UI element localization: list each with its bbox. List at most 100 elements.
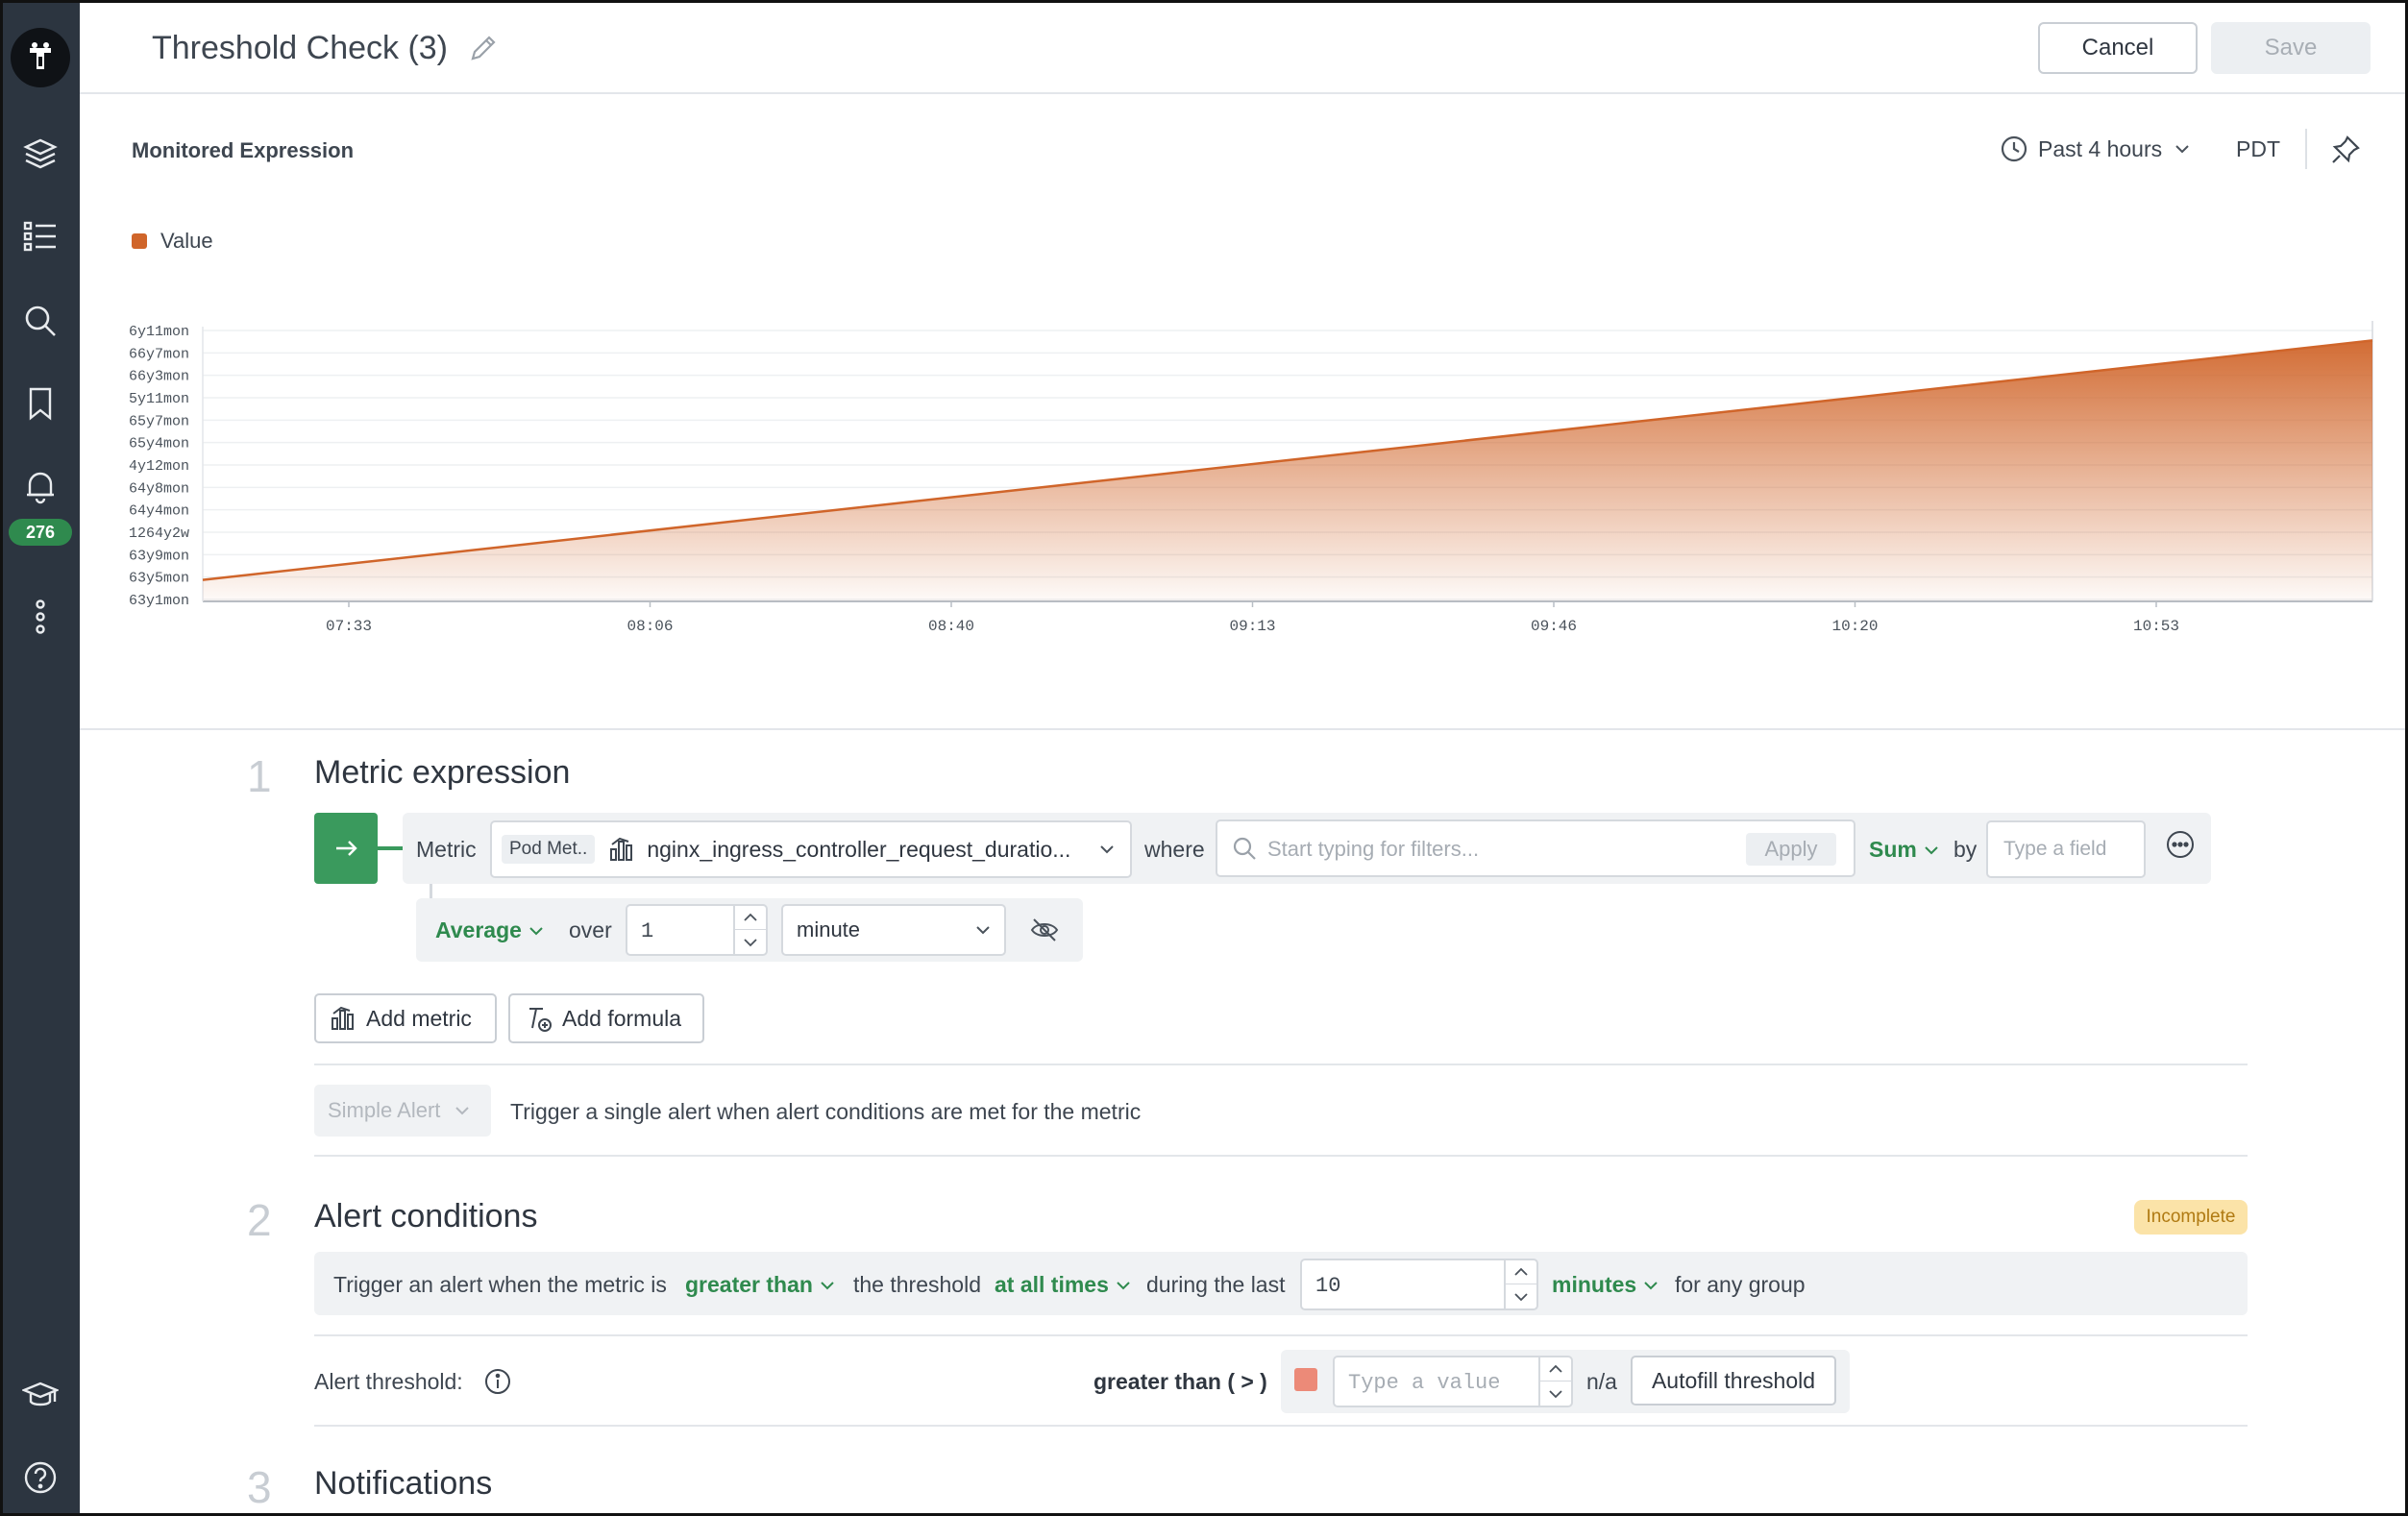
threshold-placeholder: Type a value xyxy=(1348,1371,1501,1395)
y-tick-label: 64y8mon xyxy=(129,480,189,497)
bell-icon[interactable] xyxy=(20,466,61,506)
threshold-na: n/a xyxy=(1586,1369,1617,1394)
frequency-label: at all times xyxy=(995,1272,1109,1297)
increment-button[interactable] xyxy=(1540,1357,1571,1382)
area-fill xyxy=(203,340,2372,601)
x-tick-label: 08:40 xyxy=(928,618,974,635)
alert-type-label: Simple Alert xyxy=(328,1098,441,1122)
add-formula-label: Add formula xyxy=(562,1005,682,1031)
condition-during: during the last xyxy=(1146,1272,1286,1297)
y-tick-label: 6y11mon xyxy=(129,324,189,340)
over-value-stepper[interactable]: 1 xyxy=(626,904,768,956)
x-tick-label: 09:46 xyxy=(1531,618,1577,635)
formula-icon xyxy=(529,1008,552,1032)
connector-line xyxy=(378,846,403,850)
y-tick-label: 4y12mon xyxy=(129,458,189,475)
y-tick-label: 66y7mon xyxy=(129,346,189,362)
chevron-down-icon xyxy=(1100,845,1114,854)
graduation-cap-icon[interactable] xyxy=(20,1375,61,1415)
autofill-threshold-button[interactable]: Autofill threshold xyxy=(1631,1356,1836,1406)
autofill-label: Autofill threshold xyxy=(1651,1367,1816,1393)
duration-stepper[interactable]: 10 xyxy=(1300,1259,1538,1310)
metric-name: nginx_ingress_controller_request_duratio… xyxy=(647,836,1071,862)
rollup-dropdown[interactable]: Average xyxy=(435,917,545,943)
alerts-count-badge[interactable]: 276 xyxy=(9,519,72,546)
duration-value: 10 xyxy=(1315,1274,1341,1298)
search-icon xyxy=(1233,837,1256,860)
unit-label: minute xyxy=(797,917,861,941)
app-window: 276 Threshold Check (3) Cancel Save Moni… xyxy=(0,0,2408,1516)
add-formula-button[interactable]: Add formula xyxy=(508,993,704,1043)
help-icon[interactable] xyxy=(20,1457,61,1498)
y-tick-label: 65y4mon xyxy=(129,436,189,452)
chevron-down-icon xyxy=(1514,1292,1528,1301)
collapse-arrow-button[interactable] xyxy=(314,813,378,884)
metric-label: Metric xyxy=(416,837,477,862)
alert-type-select[interactable]: Simple Alert xyxy=(314,1085,491,1137)
y-tick-label: 63y9mon xyxy=(129,548,189,564)
aggregation-dropdown[interactable]: Sum xyxy=(1869,837,1940,863)
divider xyxy=(314,1425,2248,1427)
info-icon[interactable] xyxy=(483,1367,512,1396)
arrow-right-icon xyxy=(336,841,357,856)
chevron-up-icon xyxy=(1514,1267,1528,1276)
by-label: by xyxy=(1953,837,1978,862)
more-vertical-icon[interactable] xyxy=(20,597,61,637)
chevron-down-icon xyxy=(1925,845,1938,854)
threshold-value-stepper[interactable]: Type a value xyxy=(1333,1356,1573,1407)
condition-mid: the threshold xyxy=(853,1272,981,1297)
chevron-down-icon xyxy=(821,1281,834,1289)
rollup-label: Average xyxy=(435,917,522,942)
stepper xyxy=(733,906,766,954)
y-tick-label: 1264y2w xyxy=(129,526,189,542)
bookmark-icon[interactable] xyxy=(20,383,61,424)
duration-unit-label: minutes xyxy=(1552,1272,1637,1297)
apply-button[interactable]: Apply xyxy=(1746,833,1836,866)
y-tick-label: 66y3mon xyxy=(129,369,189,385)
x-tick-label: 10:53 xyxy=(2133,618,2179,635)
x-tick-label: 08:06 xyxy=(627,618,673,635)
pencil-icon[interactable] xyxy=(467,32,500,64)
increment-button[interactable] xyxy=(1506,1260,1536,1284)
metric-select[interactable]: Pod Met.. nginx_ingress_controller_reque… xyxy=(490,820,1132,878)
section-title: Notifications xyxy=(314,1465,493,1502)
decrement-button[interactable] xyxy=(735,930,766,954)
decrement-button[interactable] xyxy=(1506,1284,1536,1308)
aggregation-label: Sum xyxy=(1869,837,1917,862)
divider xyxy=(314,1334,2248,1336)
chevron-up-icon xyxy=(1549,1364,1562,1373)
duration-unit-dropdown[interactable]: minutes xyxy=(1552,1272,1659,1298)
comparator-dropdown[interactable]: greater than xyxy=(685,1272,836,1298)
over-label: over xyxy=(569,917,612,942)
chevron-down-icon xyxy=(1644,1281,1658,1289)
layers-icon[interactable] xyxy=(20,134,61,174)
condition-prefix: Trigger an alert when the metric is xyxy=(333,1272,667,1297)
chevron-down-icon xyxy=(529,926,543,935)
cancel-button[interactable]: Cancel xyxy=(2038,22,2198,74)
save-button[interactable]: Save xyxy=(2211,22,2371,74)
filter-input[interactable]: Start typing for filters... Apply xyxy=(1216,819,1855,877)
y-tick-label: 63y1mon xyxy=(129,593,189,609)
frequency-dropdown[interactable]: at all times xyxy=(995,1272,1132,1298)
group-by-input[interactable]: Type a field xyxy=(1986,820,2146,878)
increment-button[interactable] xyxy=(735,906,766,930)
condition-suffix: for any group xyxy=(1675,1272,1806,1297)
decrement-button[interactable] xyxy=(1540,1382,1571,1406)
threshold-color-swatch[interactable] xyxy=(1294,1368,1317,1391)
logo-icon[interactable] xyxy=(11,28,70,87)
comparator-label: greater than xyxy=(685,1272,813,1297)
alert-type-description: Trigger a single alert when alert condit… xyxy=(510,1099,1142,1124)
list-icon[interactable] xyxy=(20,216,61,257)
add-metric-button[interactable]: Add metric xyxy=(314,993,497,1043)
eye-off-icon[interactable] xyxy=(1029,916,1060,944)
section-title: Alert conditions xyxy=(314,1198,538,1235)
x-tick-label: 07:33 xyxy=(326,618,372,635)
threshold-label: Alert threshold: xyxy=(314,1369,463,1394)
search-icon[interactable] xyxy=(20,301,61,341)
section-number: 3 xyxy=(247,1462,272,1512)
more-options-icon[interactable] xyxy=(2165,829,2196,860)
unit-select[interactable]: minute xyxy=(781,904,1006,956)
group-by-placeholder: Type a field xyxy=(2003,838,2107,860)
chevron-down-icon xyxy=(976,926,990,935)
filter-placeholder: Start typing for filters... xyxy=(1267,837,1480,861)
